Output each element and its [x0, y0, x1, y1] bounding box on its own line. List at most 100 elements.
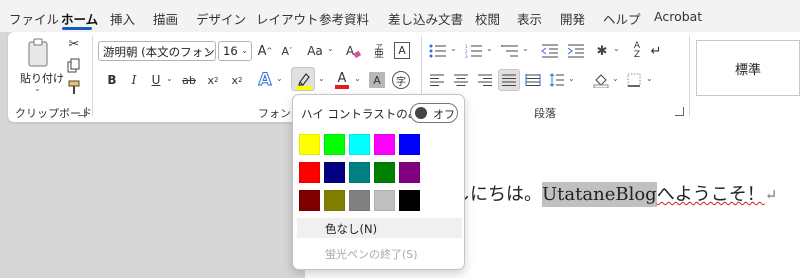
- color-swatch-yellow[interactable]: [299, 134, 320, 155]
- enclose-characters-icon[interactable]: 字: [392, 71, 410, 89]
- font-color-dropdown-icon[interactable]: ⌄: [354, 74, 361, 83]
- subscript-icon[interactable]: x2: [204, 72, 222, 88]
- numbering-icon[interactable]: 123: [464, 42, 484, 60]
- highlighter-icon: [296, 73, 312, 90]
- document-text[interactable]: しにちは。UtataneBlogへようこそ！↵: [452, 180, 778, 207]
- active-tab-indicator: [62, 27, 92, 30]
- paste-label[interactable]: 貼り付け: [20, 70, 64, 86]
- color-swatch-green[interactable]: [374, 162, 395, 183]
- change-case-dropdown-icon[interactable]: ⌄: [327, 44, 334, 53]
- tab-home[interactable]: ホーム: [61, 9, 98, 28]
- color-swatch-gray-25[interactable]: [374, 190, 395, 211]
- underline-dropdown-icon[interactable]: ⌄: [166, 74, 173, 83]
- grow-font-icon[interactable]: A ^: [256, 41, 274, 61]
- tab-developer[interactable]: 開発: [560, 9, 585, 28]
- tab-review[interactable]: 校閲: [475, 9, 500, 28]
- tab-layout[interactable]: レイアウト: [256, 9, 319, 28]
- no-color-menu-item[interactable]: 色なし(N): [297, 218, 462, 238]
- bullets-dropdown-icon[interactable]: ⌄: [450, 44, 457, 53]
- asian-layout-dropdown-icon[interactable]: ⌄: [613, 44, 620, 53]
- highlighted-text: UtataneBlog: [542, 182, 657, 207]
- paragraph-group-label: 段落: [534, 107, 556, 120]
- align-right-icon[interactable]: [476, 72, 494, 88]
- increase-indent-icon[interactable]: [566, 42, 586, 60]
- color-swatch-dark-yellow[interactable]: [324, 190, 345, 211]
- toggle-state-label: オフ: [433, 108, 455, 121]
- paragraph-launcher-icon[interactable]: [675, 107, 684, 116]
- phonetic-guide-icon[interactable]: ア亜: [370, 41, 388, 61]
- borders-icon[interactable]: [626, 72, 642, 88]
- shrink-font-icon[interactable]: Aˇ: [278, 41, 296, 61]
- copy-icon[interactable]: [66, 58, 82, 74]
- color-swatch-black[interactable]: [399, 190, 420, 211]
- toggle-knob: [415, 107, 427, 119]
- line-spacing-dropdown-icon[interactable]: ⌄: [568, 74, 575, 83]
- paste-icon[interactable]: [24, 38, 54, 68]
- format-painter-icon[interactable]: [66, 80, 82, 96]
- color-swatch-blue[interactable]: [399, 134, 420, 155]
- text-effects-icon[interactable]: A: [256, 70, 274, 91]
- sort-icon[interactable]: AZ: [628, 41, 646, 61]
- tab-help[interactable]: ヘルプ: [603, 9, 641, 28]
- numbering-dropdown-icon[interactable]: ⌄: [486, 44, 493, 53]
- font-size-select[interactable]: 16 ⌄: [218, 41, 252, 61]
- color-swatch-violet[interactable]: [399, 162, 420, 183]
- shading-dropdown-icon[interactable]: ⌄: [612, 74, 619, 83]
- group-separator: [689, 36, 690, 116]
- color-swatch-gray-50[interactable]: [349, 190, 370, 211]
- color-swatch-dark-blue[interactable]: [324, 162, 345, 183]
- color-swatch-pink[interactable]: [374, 134, 395, 155]
- text-effects-dropdown-icon[interactable]: ⌄: [276, 74, 283, 83]
- tab-insert[interactable]: 挿入: [110, 9, 135, 28]
- color-swatch-turquoise[interactable]: [349, 134, 370, 155]
- tab-file[interactable]: ファイル: [9, 9, 59, 28]
- decrease-indent-icon[interactable]: [540, 42, 560, 60]
- justify-icon[interactable]: [498, 69, 520, 91]
- stop-highlighting-menu-item[interactable]: 蛍光ペンの終了(S): [325, 246, 418, 262]
- paragraph-mark: ↵: [764, 186, 778, 204]
- color-swatch-red[interactable]: [299, 162, 320, 183]
- change-case-icon[interactable]: Aa: [304, 41, 326, 61]
- asian-layout-icon[interactable]: ✱: [592, 41, 612, 61]
- spelling-flagged-text: へようこそ！: [656, 184, 765, 205]
- clear-formatting-icon[interactable]: A: [344, 41, 362, 61]
- tab-draw[interactable]: 描画: [153, 9, 178, 28]
- line-spacing-icon[interactable]: [548, 72, 566, 88]
- bullets-icon[interactable]: [428, 42, 448, 60]
- underline-icon[interactable]: U: [148, 72, 164, 88]
- clipboard-launcher-icon[interactable]: [78, 107, 87, 116]
- color-swatch-dark-red[interactable]: [299, 190, 320, 211]
- font-color-icon[interactable]: A: [334, 70, 350, 90]
- character-shading-icon[interactable]: A: [369, 72, 385, 88]
- borders-dropdown-icon[interactable]: ⌄: [646, 74, 653, 83]
- highlight-dropdown-icon[interactable]: ⌄: [318, 74, 325, 83]
- font-name-select[interactable]: 游明朝 (本文のフォント ⌄: [98, 41, 216, 61]
- paste-dropdown-icon[interactable]: ⌄: [34, 84, 41, 93]
- character-border-icon[interactable]: A: [394, 42, 410, 59]
- tab-references[interactable]: 参考資料: [319, 9, 369, 28]
- paragraph-shading-icon[interactable]: [592, 71, 610, 89]
- color-swatch-teal[interactable]: [349, 162, 370, 183]
- svg-text:3: 3: [465, 54, 468, 58]
- bold-icon[interactable]: B: [104, 72, 120, 88]
- multilevel-list-icon[interactable]: [500, 42, 520, 60]
- cut-icon[interactable]: ✂: [66, 36, 82, 52]
- high-contrast-toggle[interactable]: オフ: [410, 103, 458, 123]
- tab-acrobat[interactable]: Acrobat: [654, 9, 702, 24]
- highlight-button[interactable]: [291, 67, 315, 91]
- multilevel-dropdown-icon[interactable]: ⌄: [522, 44, 529, 53]
- color-swatch-bright-green[interactable]: [324, 134, 345, 155]
- align-center-icon[interactable]: [452, 72, 470, 88]
- tab-mailings[interactable]: 差し込み文書: [388, 9, 463, 28]
- group-separator: [92, 36, 93, 116]
- align-left-icon[interactable]: [428, 72, 446, 88]
- show-marks-icon[interactable]: ↵: [648, 41, 664, 61]
- svg-text:A: A: [346, 44, 355, 58]
- style-normal[interactable]: 標準: [696, 40, 800, 96]
- italic-icon[interactable]: I: [126, 72, 142, 88]
- strikethrough-icon[interactable]: ab: [180, 72, 198, 88]
- tab-view[interactable]: 表示: [517, 9, 542, 28]
- distributed-icon[interactable]: [524, 72, 542, 88]
- superscript-icon[interactable]: x2: [228, 72, 246, 88]
- tab-design[interactable]: デザイン: [196, 9, 246, 28]
